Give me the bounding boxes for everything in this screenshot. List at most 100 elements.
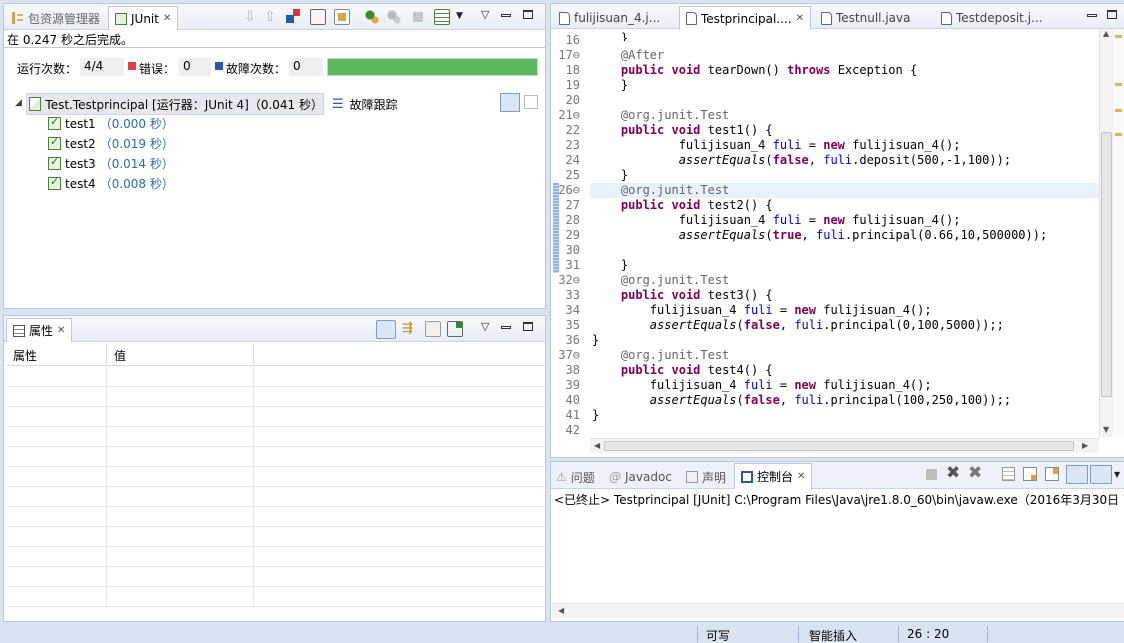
close-icon[interactable]: ✕ <box>57 325 65 336</box>
status-divider <box>898 626 899 642</box>
scroll-thumb[interactable] <box>1101 132 1112 397</box>
editor-tab-label: Testnull.java <box>836 11 911 25</box>
properties-header: 属性 值 <box>7 344 545 366</box>
previous-failure-icon[interactable]: ⇧ <box>262 9 278 25</box>
console-horizontal-scrollbar[interactable]: ◀ <box>552 603 1124 618</box>
line-number: 18 <box>565 63 580 77</box>
scroll-thumb[interactable] <box>604 441 1074 451</box>
ruler-mark <box>1115 109 1122 112</box>
test-name: test1 <box>65 116 96 131</box>
terminate-icon[interactable] <box>926 469 937 480</box>
failures-label: 故障次数： <box>226 62 287 76</box>
editor-tab-label: Testdeposit.j... <box>956 11 1043 25</box>
console-output: <已终止> Testprincipal [JUnit] C:\Program F… <box>554 493 1124 507</box>
package-explorer-icon <box>12 12 24 24</box>
tab-problems[interactable]: ⚠ 问题 <box>556 466 595 488</box>
junit-tabbar: 包资源管理器 JUnit ✕ ⇩ ⇧ ▼ ▽ <box>4 4 545 30</box>
show-failures-only-icon[interactable] <box>284 9 300 25</box>
maximize-icon[interactable] <box>1107 10 1117 19</box>
scroll-lock-icon[interactable] <box>310 9 326 25</box>
suite-label: Test.Testprincipal [运行器：JUnit 4]（0.041 秒… <box>45 97 323 112</box>
pin-console-icon[interactable] <box>1066 465 1088 484</box>
declaration-icon <box>686 471 698 483</box>
minimize-icon[interactable] <box>1087 14 1097 17</box>
tab-package-explorer[interactable]: 包资源管理器 <box>6 6 106 30</box>
properties-tabbar: 属性 ✕ ⇶ ▽ <box>4 316 545 342</box>
filter-trace-icon[interactable] <box>500 93 520 112</box>
categories-icon[interactable] <box>376 320 396 339</box>
tab-editor-3[interactable]: Testnull.java <box>815 6 916 30</box>
view-menu-icon[interactable]: ▽ <box>481 320 489 333</box>
failures-value: 0 <box>289 58 323 76</box>
close-icon[interactable]: ✕ <box>163 13 171 24</box>
failure-trace-header: ☰ 故障跟踪 <box>332 96 398 113</box>
test-item[interactable]: ✓ test1 （0.000 秒） <box>48 115 174 132</box>
close-icon[interactable]: ✕ <box>797 471 805 482</box>
editor-horizontal-scrollbar[interactable]: ◀ ▶ <box>590 438 1099 453</box>
problems-icon: ⚠ <box>556 470 567 484</box>
editor-tab-label: Testprincipal.... <box>701 11 792 26</box>
line-number: 41 <box>565 408 580 422</box>
stop-icon[interactable] <box>410 9 426 25</box>
properties-row <box>7 507 545 527</box>
remove-launch-icon[interactable]: ✖ <box>946 463 960 483</box>
junit-status-text: 在 0.247 秒之后完成。 <box>7 33 133 47</box>
layout-icon[interactable] <box>334 9 350 25</box>
compare-results-icon[interactable] <box>524 95 538 109</box>
tree-expand-icon[interactable]: ◢ <box>15 98 22 108</box>
maximize-icon[interactable] <box>523 322 533 331</box>
close-icon[interactable]: ✕ <box>796 13 804 24</box>
rerun-icon[interactable] <box>364 9 380 25</box>
tab-console[interactable]: 控制台 ✕ <box>734 463 813 489</box>
column-value[interactable]: 值 <box>114 347 126 364</box>
properties-row <box>7 427 545 447</box>
tab-editor-2[interactable]: Testprincipal.... ✕ <box>679 6 812 30</box>
ruler-mark <box>1115 35 1122 38</box>
suite-row[interactable]: Test.Testprincipal [运行器：JUnit 4]（0.041 秒… <box>26 93 324 115</box>
scroll-up-icon[interactable]: ▲ <box>1103 29 1109 38</box>
test-item[interactable]: ✓ test2 （0.019 秒） <box>48 135 174 152</box>
properties-row <box>7 467 545 487</box>
tab-editor-1[interactable]: fulijisuan_4.j... <box>553 6 666 30</box>
scroll-lock-icon[interactable] <box>1023 467 1037 481</box>
scroll-left-icon[interactable]: ◀ <box>558 606 564 615</box>
tab-console-label: 控制台 <box>757 470 794 484</box>
scroll-down-icon[interactable]: ▼ <box>1103 425 1109 434</box>
tab-editor-4[interactable]: Testdeposit.j... <box>935 6 1048 30</box>
maximize-icon[interactable] <box>523 10 533 19</box>
word-wrap-icon[interactable] <box>1045 467 1059 481</box>
test-item[interactable]: ✓ test3 （0.014 秒） <box>48 155 174 172</box>
remove-all-icon[interactable]: ✖ <box>968 463 982 483</box>
view-menu-icon[interactable]: ▽ <box>481 8 489 21</box>
tab-javadoc[interactable]: @ Javadoc <box>609 466 672 488</box>
display-console-icon[interactable] <box>1090 465 1112 484</box>
tab-declaration[interactable]: 声明 <box>686 466 726 488</box>
console-dropdown-icon[interactable]: ▼ <box>1114 470 1120 479</box>
scroll-left-icon[interactable]: ◀ <box>594 441 600 450</box>
pin-icon[interactable] <box>447 321 463 337</box>
tab-javadoc-label: Javadoc <box>625 470 672 484</box>
error-icon <box>128 62 136 70</box>
column-divider <box>253 344 254 366</box>
history-dropdown-icon[interactable]: ▼ <box>456 11 463 21</box>
tab-properties[interactable]: 属性 ✕ <box>6 318 73 342</box>
minimize-icon[interactable] <box>501 14 511 17</box>
minimize-icon[interactable] <box>501 326 511 329</box>
progress-bar <box>327 58 538 76</box>
test-time: （0.000 秒） <box>99 117 174 131</box>
clear-console-icon[interactable] <box>1002 467 1015 481</box>
history-icon[interactable] <box>434 9 450 25</box>
tab-junit[interactable]: JUnit ✕ <box>108 6 179 30</box>
rerun-failed-icon[interactable] <box>386 9 402 25</box>
properties-row <box>7 587 545 607</box>
restore-default-icon[interactable] <box>425 321 441 337</box>
status-writable: 可写 <box>706 629 731 643</box>
column-property[interactable]: 属性 <box>13 347 37 364</box>
editor-vertical-scrollbar[interactable]: ▲ ▼ <box>1099 29 1113 437</box>
test-item[interactable]: ✓ test4 （0.008 秒） <box>48 175 174 192</box>
filter-advanced-icon[interactable]: ⇶ <box>402 321 418 337</box>
line-number: 31 <box>565 258 580 272</box>
next-failure-icon[interactable]: ⇩ <box>242 9 258 25</box>
line-number: 39 <box>565 378 580 392</box>
scroll-right-icon[interactable]: ▶ <box>1082 441 1088 450</box>
